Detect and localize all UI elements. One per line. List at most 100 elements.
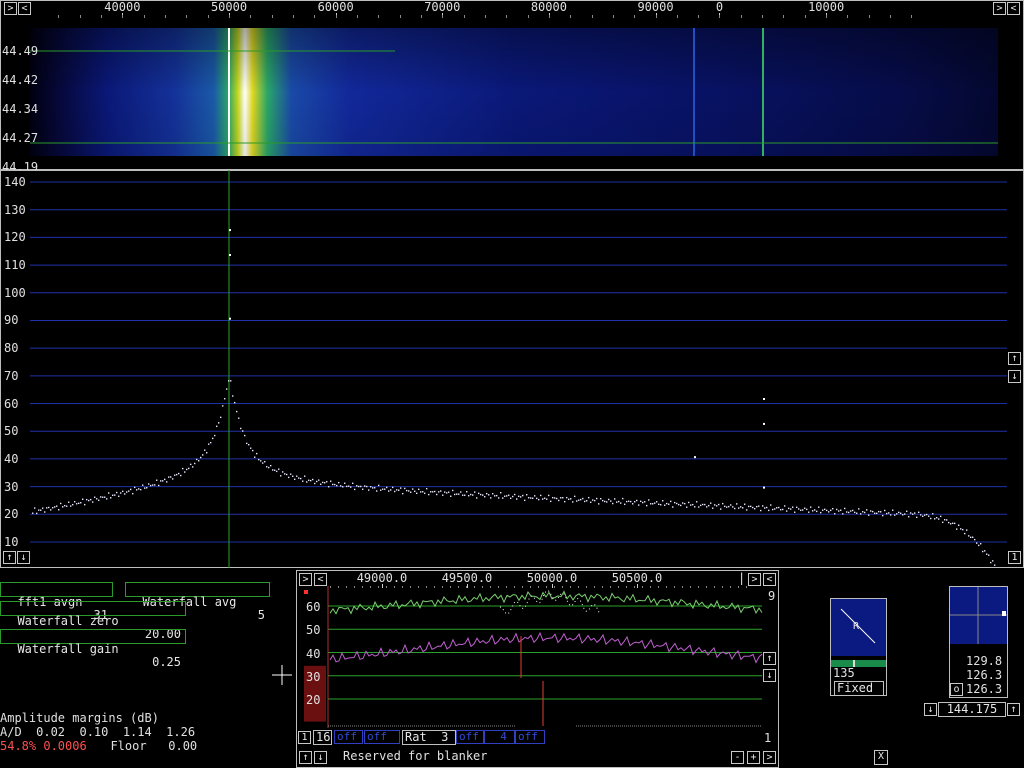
spectrum-point [538,498,540,501]
frequency-tick-label: 60000 [317,0,354,14]
baseband-bottom-up-button[interactable]: ↑ [299,751,312,764]
baseband-graph[interactable] [300,586,766,728]
frequency-up-button[interactable]: ↑ [1007,703,1020,716]
spectrum-point [918,511,920,514]
spectrum-point [208,443,210,445]
spectrum-point [518,495,520,498]
spectrum-point [992,560,994,562]
spectrum-point [326,480,328,483]
baseband-up-button[interactable]: ↑ [763,652,776,665]
spectrum-point [54,506,56,508]
frequency-tick-label: 50000 [210,0,248,14]
baseband-minus-button[interactable]: - [731,751,744,764]
fft1-avgn-box[interactable]: fft1 avgn 31 [0,582,113,622]
baseband-ctrl-off[interactable]: off [515,730,545,744]
spectrum-y-label: 140 [4,175,26,189]
spectrum-point [312,478,314,481]
baseband-right-number: 1 [764,731,772,745]
baseband-right2-button[interactable]: > [748,573,761,586]
baseband-ctrl-off[interactable]: off [364,730,400,744]
spectrum-point [516,498,518,500]
spectrum-point [498,497,500,499]
baseband-ctrl-off[interactable]: off [334,730,363,744]
baseband-ctrl-16[interactable]: 16 [313,730,332,745]
spectrum-point [432,491,434,493]
spectrum-point [348,485,350,487]
waterfall-time-label: 44.42 [2,73,39,87]
spectrum-point [666,502,668,505]
spectrum-point [66,505,68,507]
baseband-right-button[interactable]: > [299,573,312,586]
pointer-value-1: 129.8 [966,654,1003,668]
baseband-down-button[interactable]: ↓ [763,669,776,682]
spectrum-point [322,481,324,484]
spectrum-point [588,496,590,499]
spectrum-point [288,476,290,479]
spectrum-point [882,514,884,517]
spectrum-point [780,509,782,511]
frequency-down-button[interactable]: ↓ [924,703,937,716]
baseband-left2-button[interactable]: < [763,573,776,586]
scale-left-arrow-button[interactable]: < [18,2,31,15]
spectrum-graph[interactable] [0,170,1024,568]
baseband-ctrl-off[interactable]: off [456,730,484,744]
waterfall-gain-box[interactable]: Waterfall gain 0.25 [0,629,186,669]
pointer-grid[interactable] [950,587,1007,644]
spectrum-point [904,513,906,515]
spectrum-point [934,518,936,520]
spectrum-point [770,504,772,506]
spectrum-point [446,492,448,494]
baseband-top-number: 9 [768,589,776,603]
pointer-o-button[interactable]: o [950,683,963,696]
spectrum-point [378,484,380,487]
spectrum-point [480,493,482,496]
baseband-ctrl-4[interactable]: 4 [484,730,515,744]
spectrum-y-label: 120 [4,230,26,245]
spectrum-point [374,487,376,489]
baseband-bottom-down-button[interactable]: ↓ [314,751,327,764]
baseband-y-label: 50 [306,623,321,638]
spectrum-point [974,538,976,541]
frequency-readout[interactable]: 144.175 [938,702,1006,717]
spectrum-point [776,507,778,509]
baseband-forward-button[interactable]: > [763,751,776,764]
waterfall-avg-box[interactable]: Waterfall avg 5 [125,582,270,622]
spectrum-point [670,500,672,503]
spectrum-point [844,507,846,510]
scale-left-button[interactable]: > [4,2,17,15]
baseband-rat-box[interactable]: Rat 3 [402,730,456,745]
spectrum-left-up-button[interactable]: ↑ [3,551,16,564]
spectrum-scale-up-button[interactable]: ↑ [1008,352,1021,365]
s-meter-mode-button[interactable]: Fixed [834,681,884,696]
spectrum-left-down-button[interactable]: ↓ [17,551,30,564]
spectrum-point [510,497,512,499]
spectrum-point [96,498,98,500]
spectrum-point [994,564,996,566]
spectrum-point [494,495,496,497]
scale-right-arrow-button[interactable]: < [1007,2,1020,15]
spectrum-point [966,529,968,531]
close-button[interactable]: X [874,750,888,765]
waterfall-display[interactable] [0,18,1024,170]
spectrum-point [836,508,838,511]
spectrum-point [168,476,170,478]
spectrum-point [106,498,108,500]
spectrum-corner-button[interactable]: 1 [1008,551,1021,564]
spectrum-point [622,497,624,500]
spectrum-point [34,507,36,509]
spectrum-point [114,494,116,496]
baseband-ctrl-1[interactable]: 1 [298,731,311,744]
spectrum-scale-down-button[interactable]: ↓ [1008,370,1021,383]
spectrum-point [456,493,458,495]
spectrum-point [392,486,394,489]
waterfall-zero-box[interactable]: Waterfall zero 20.00 [0,601,186,641]
spectrum-point [500,491,502,494]
scale-right-button[interactable]: > [993,2,1006,15]
spectrum-point [834,513,836,515]
spectrum-point [418,488,420,491]
baseband-plus-button[interactable]: + [747,751,760,764]
baseband-left-button[interactable]: < [314,573,327,586]
spectrum-point [482,494,484,496]
spectrum-point [768,509,770,512]
spectrum-point [574,495,576,498]
